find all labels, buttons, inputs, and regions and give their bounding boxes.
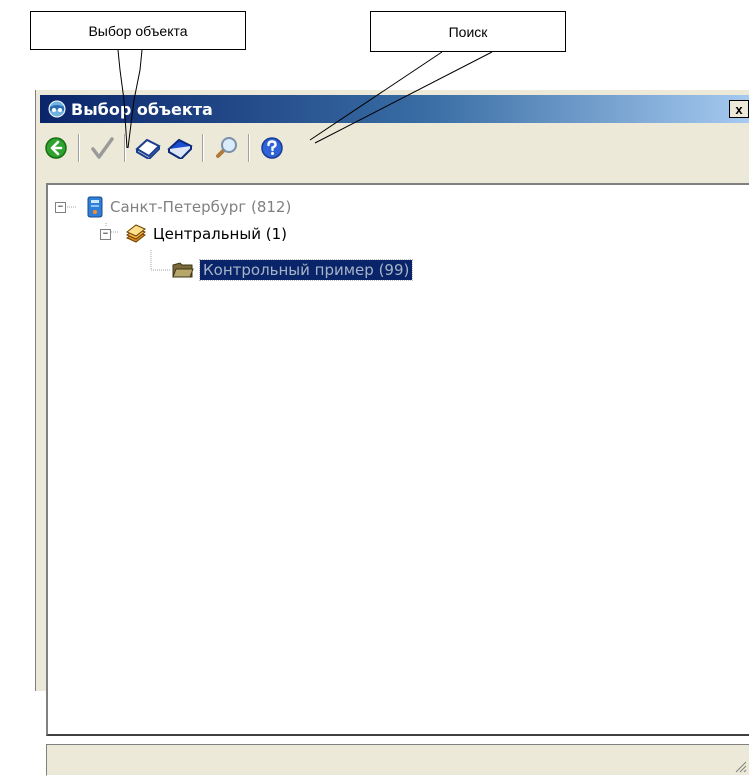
blue-book-icon [167, 138, 193, 159]
binoculars-globe-icon [46, 98, 68, 120]
title-bar[interactable]: Выбор объекта x [40, 95, 749, 123]
toolbar-separator [202, 134, 204, 162]
select-button[interactable] [86, 132, 118, 164]
back-button[interactable] [40, 132, 72, 164]
closed-book-button[interactable] [164, 132, 196, 164]
server-icon [87, 196, 103, 218]
tree-node-child[interactable]: − Центральный (1) [100, 222, 287, 246]
open-book-icon [135, 138, 161, 159]
callout-select-object: Выбор объекта [30, 11, 246, 50]
help-icon [261, 137, 283, 159]
resize-grip-icon[interactable] [733, 759, 747, 773]
object-tree[interactable]: − Санкт-Петербург (812) − Центральный (1… [46, 183, 749, 736]
callout-select-text: Выбор объекта [88, 22, 188, 39]
toolbar-separator [124, 134, 126, 162]
callout-search: Поиск [370, 11, 566, 52]
callout-search-text: Поиск [448, 23, 488, 40]
tree-node-label: Центральный (1) [153, 225, 287, 243]
object-select-window: Выбор объекта x − Санкт-Петербург (812) … [35, 90, 749, 776]
folder-icon [172, 262, 194, 278]
open-book-button[interactable] [132, 132, 164, 164]
tree-node-label: Санкт-Петербург (812) [110, 198, 292, 216]
toolbar-separator [248, 134, 250, 162]
help-button[interactable] [256, 132, 288, 164]
search-button[interactable] [210, 132, 242, 164]
toolbar-separator [78, 134, 80, 162]
magnifier-icon [216, 137, 237, 158]
close-icon: x [735, 101, 743, 117]
collapse-icon[interactable]: − [100, 228, 111, 240]
close-button[interactable]: x [729, 100, 749, 118]
collapse-icon[interactable]: − [55, 201, 66, 213]
window-title: Выбор объекта [71, 99, 213, 119]
stack-icon [126, 224, 146, 243]
toolbar [40, 128, 749, 168]
tree-node-label-selected: Контрольный пример (99) [198, 259, 414, 281]
tree-node-leaf[interactable]: Контрольный пример (99) [172, 258, 414, 282]
status-bar [46, 744, 749, 776]
tree-node-root[interactable]: − Санкт-Петербург (812) [55, 195, 291, 219]
green-arrow-left-icon [45, 137, 67, 159]
checkmark-icon [91, 137, 114, 159]
